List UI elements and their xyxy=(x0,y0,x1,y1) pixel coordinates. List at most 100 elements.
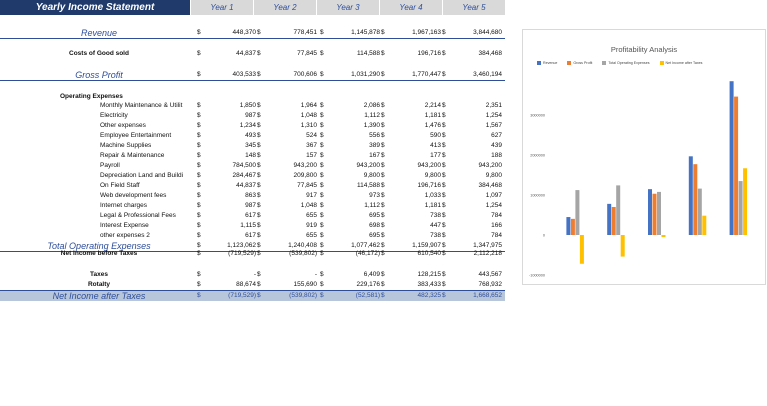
cell-value[interactable]: 524 xyxy=(273,131,317,141)
chart-bar[interactable] xyxy=(661,235,666,238)
cell-value[interactable]: 9,800 xyxy=(397,171,441,181)
cell-value[interactable]: 157 xyxy=(273,151,317,161)
chart-bar[interactable] xyxy=(579,235,584,264)
cell-value[interactable]: 1,964 xyxy=(273,101,317,111)
chart-bar[interactable] xyxy=(620,235,625,257)
cell-value[interactable]: 389 xyxy=(336,141,380,151)
cell-value[interactable]: 1,048 xyxy=(273,201,317,211)
cell-value[interactable]: 1,145,878 xyxy=(336,28,380,38)
cell-value[interactable]: 447 xyxy=(397,221,441,231)
cell-value[interactable]: 155,690 xyxy=(273,280,318,290)
cell-value[interactable]: 177 xyxy=(397,151,441,161)
cell-value[interactable]: 738 xyxy=(397,211,441,221)
cell-value[interactable]: 590 xyxy=(397,131,441,141)
cell-value[interactable]: 443,567 xyxy=(458,270,503,280)
cell-value[interactable]: 1,115 xyxy=(212,221,256,231)
cell-value[interactable]: 1,181 xyxy=(397,111,441,121)
cell-value[interactable]: 768,932 xyxy=(458,280,503,290)
cell-value[interactable]: 209,800 xyxy=(273,171,318,181)
chart-bar[interactable] xyxy=(688,156,693,235)
cell-value[interactable]: 1,234 xyxy=(212,121,256,131)
cell-value[interactable]: 987 xyxy=(212,111,256,121)
cell-value[interactable]: 188 xyxy=(458,151,502,161)
cell-value[interactable]: 439 xyxy=(458,141,502,151)
profitability-chart[interactable]: Profitability Analysis Revenue Gross Prof… xyxy=(522,29,766,285)
cell-value[interactable]: 1,254 xyxy=(458,201,502,211)
cell-value[interactable]: 2,351 xyxy=(458,101,502,111)
cell-value[interactable]: 77,845 xyxy=(273,181,317,191)
cell-value[interactable]: 1,048 xyxy=(273,111,317,121)
chart-bar[interactable] xyxy=(607,203,612,235)
cell-value[interactable]: 1,310 xyxy=(273,121,317,131)
cell-value[interactable]: - xyxy=(212,270,256,280)
cell-value[interactable]: 345 xyxy=(212,141,256,151)
cell-value[interactable]: 943,200 xyxy=(458,161,503,171)
chart-bar[interactable] xyxy=(570,218,575,235)
chart-bar[interactable] xyxy=(648,189,652,235)
cell-value[interactable]: 627 xyxy=(458,131,502,141)
cell-value[interactable]: 167 xyxy=(336,151,380,161)
cell-value[interactable]: 778,451 xyxy=(273,28,318,38)
cell-value[interactable]: 403,533 xyxy=(212,70,257,80)
cell-value[interactable]: 655 xyxy=(273,231,317,241)
chart-bar[interactable] xyxy=(652,193,657,235)
cell-value[interactable]: 3,844,680 xyxy=(458,28,502,38)
cell-value[interactable]: 9,800 xyxy=(458,171,502,181)
cell-value[interactable]: 973 xyxy=(336,191,380,201)
cell-value[interactable]: 383,433 xyxy=(397,280,442,290)
cell-value[interactable]: 196,716 xyxy=(397,49,442,59)
cell-value[interactable]: 617 xyxy=(212,231,256,241)
cell-value[interactable]: 2,112,218 xyxy=(458,249,502,259)
cell-value[interactable]: 695 xyxy=(336,231,380,241)
cell-value[interactable]: 114,588 xyxy=(336,49,380,59)
cell-value[interactable]: 196,716 xyxy=(397,181,442,191)
cell-value[interactable]: 698 xyxy=(336,221,380,231)
cell-value[interactable]: 1,112 xyxy=(336,111,380,121)
cell-value[interactable]: 2,086 xyxy=(336,101,380,111)
cell-value[interactable]: 1,031,290 xyxy=(336,70,380,80)
cell-value[interactable]: (539,802) xyxy=(273,249,317,259)
chart-bar[interactable] xyxy=(611,206,616,235)
chart-bar[interactable] xyxy=(693,164,698,235)
chart-bar[interactable] xyxy=(616,185,621,235)
cell-value[interactable]: 77,845 xyxy=(273,49,317,59)
cell-value[interactable]: 1,668,652 xyxy=(458,291,502,301)
cell-value[interactable]: 943,200 xyxy=(336,161,381,171)
cell-value[interactable]: (719,529) xyxy=(212,291,256,301)
cell-value[interactable]: 784 xyxy=(458,211,502,221)
cell-value[interactable]: 367 xyxy=(273,141,317,151)
cell-value[interactable]: (52,581) xyxy=(336,291,380,301)
cell-value[interactable]: 695 xyxy=(336,211,380,221)
cell-value[interactable]: 917 xyxy=(273,191,317,201)
cell-value[interactable]: 284,467 xyxy=(212,171,257,181)
cell-value[interactable]: 1,567 xyxy=(458,121,502,131)
chart-bar[interactable] xyxy=(734,96,739,235)
cell-value[interactable]: 384,468 xyxy=(458,181,503,191)
cell-value[interactable]: 2,214 xyxy=(397,101,441,111)
cell-value[interactable]: 1,476 xyxy=(397,121,441,131)
cell-value[interactable]: 128,215 xyxy=(397,270,442,280)
chart-bar[interactable] xyxy=(575,190,580,235)
cell-value[interactable]: - xyxy=(273,270,317,280)
cell-value[interactable]: 88,674 xyxy=(212,280,256,290)
cell-value[interactable]: (719,529) xyxy=(212,249,256,259)
cell-value[interactable]: 655 xyxy=(273,211,317,221)
cell-value[interactable]: 9,800 xyxy=(336,171,380,181)
cell-value[interactable]: 943,200 xyxy=(397,161,442,171)
cell-value[interactable]: 44,837 xyxy=(212,49,256,59)
cell-value[interactable]: 617 xyxy=(212,211,256,221)
cell-value[interactable]: 482,325 xyxy=(397,291,442,301)
cell-value[interactable]: 384,468 xyxy=(458,49,503,59)
cell-value[interactable]: 784,500 xyxy=(212,161,257,171)
cell-value[interactable]: 863 xyxy=(212,191,256,201)
cell-value[interactable]: 784 xyxy=(458,231,502,241)
cell-value[interactable]: 1,850 xyxy=(212,101,256,111)
cell-value[interactable]: 1,254 xyxy=(458,111,502,121)
cell-value[interactable]: 114,588 xyxy=(336,181,380,191)
cell-value[interactable]: 1,181 xyxy=(397,201,441,211)
chart-bar[interactable] xyxy=(729,81,734,235)
cell-value[interactable]: 6,409 xyxy=(336,270,380,280)
cell-value[interactable]: 1,967,163 xyxy=(397,28,441,38)
cell-value[interactable]: 493 xyxy=(212,131,256,141)
cell-value[interactable]: 1,033 xyxy=(397,191,441,201)
